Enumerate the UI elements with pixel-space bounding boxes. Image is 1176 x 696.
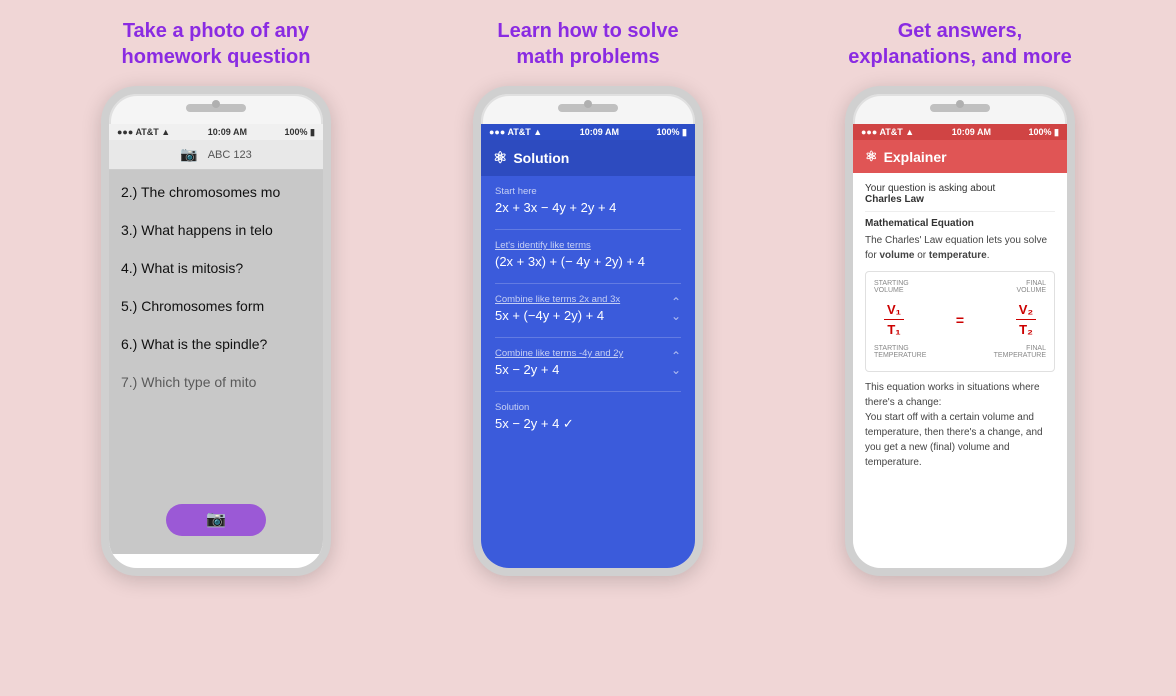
explainer-title-text: Explainer	[884, 149, 947, 165]
status-time-2: 10:09 AM	[580, 127, 619, 137]
hw-line-5: 6.) What is the spindle?	[121, 330, 311, 358]
phone-3: ●●● AT&T ▲ 10:09 AM 100% ▮ ⚛ Explainer Y…	[845, 86, 1075, 576]
step-4-eq: 5x − 2y + 4	[495, 362, 623, 377]
solution-step-3: Combine like terms 2x and 3x 5x + (−4y +…	[495, 294, 681, 323]
diagram-bottom-labels: STARTINGTEMPERATURE FINALTEMPERATURE	[874, 345, 1046, 359]
step-1-eq: 2x + 3x − 4y + 2y + 4	[495, 200, 681, 215]
step-2-eq: (2x + 3x) + (− 4y + 2y) + 4	[495, 254, 681, 269]
status-battery: 100% ▮	[285, 127, 315, 138]
step-3-arrow: ⌃⌄	[671, 295, 681, 323]
t1-denominator: T₁	[887, 322, 900, 337]
step-2-label: Let's identify like terms	[495, 240, 681, 251]
label-final-temp: FINALTEMPERATURE	[994, 345, 1046, 359]
capture-button[interactable]: 📷	[166, 504, 266, 536]
step-4-content: Combine like terms -4y and 2y 5x − 2y + …	[495, 348, 623, 377]
phone-2-status-bar: ●●● AT&T ▲ 10:09 AM 100% ▮	[481, 124, 695, 140]
explainer-divider-1	[865, 211, 1055, 212]
panel-1: Take a photo of any homework question ●●…	[30, 18, 402, 686]
status-battery-2: 100% ▮	[657, 127, 687, 138]
capture-icon: 📷	[206, 505, 226, 535]
status-battery-3: 100% ▮	[1029, 127, 1059, 138]
camera-icon: 📷	[180, 146, 197, 163]
hw-line-1: 2.) The chromosomes mo	[121, 178, 311, 206]
step-5-eq: 5x − 2y + 4 ✓	[495, 416, 681, 432]
label-final-volume: FINALVOLUME	[1016, 280, 1046, 294]
charles-diagram: STARTINGVOLUME FINALVOLUME V₁ T₁ = V	[865, 271, 1055, 372]
phone-2-screen: ●●● AT&T ▲ 10:09 AM 100% ▮ ⚛ Solution St…	[481, 124, 695, 568]
main-container: Take a photo of any homework question ●●…	[0, 0, 1176, 696]
fraction-line-1	[884, 319, 904, 320]
explainer-section-title: Mathematical Equation	[865, 218, 1055, 229]
hw-line-3: 4.) What is mitosis?	[121, 254, 311, 282]
solution-header: ⚛ Solution	[481, 140, 695, 176]
step-4-arrow: ⌃⌄	[671, 349, 681, 377]
explainer-icon: ⚛	[865, 148, 878, 165]
explainer-body: Your question is asking about Charles La…	[853, 173, 1067, 488]
solution-step-4: Combine like terms -4y and 2y 5x − 2y + …	[495, 348, 681, 377]
fraction-line-2	[1016, 319, 1036, 320]
camera-toolbar: 📷 ABC 123	[109, 140, 323, 170]
panel-2-title: Learn how to solve math problems	[497, 18, 678, 70]
phone-3-status-bar: ●●● AT&T ▲ 10:09 AM 100% ▮	[853, 124, 1067, 140]
solution-icon: ⚛	[493, 148, 507, 168]
step-1-label: Start here	[495, 186, 681, 197]
explainer-header: ⚛ Explainer	[853, 140, 1067, 173]
fraction-2: V₂ T₂	[1016, 302, 1036, 337]
step-4-label: Combine like terms -4y and 2y	[495, 348, 623, 359]
explainer-intro: Your question is asking about Charles La…	[865, 183, 1055, 205]
diagram-top-labels: STARTINGVOLUME FINALVOLUME	[874, 280, 1046, 294]
phone-1: ●●● AT&T ▲ 10:09 AM 100% ▮ 📷 ABC 123 2.)…	[101, 86, 331, 576]
phone-1-status-bar: ●●● AT&T ▲ 10:09 AM 100% ▮	[109, 124, 323, 140]
panel-3-title: Get answers, explanations, and more	[848, 18, 1071, 70]
step-3-eq: 5x + (−4y + 2y) + 4	[495, 308, 620, 323]
equals-sign: =	[956, 312, 964, 328]
v2-numerator: V₂	[1019, 302, 1033, 317]
status-carrier-3: ●●● AT&T ▲	[861, 127, 914, 137]
label-starting-temp: STARTINGTEMPERATURE	[874, 345, 926, 359]
camera-content: 2.) The chromosomes mo 3.) What happens …	[109, 170, 323, 554]
diagram-fractions: V₁ T₁ = V₂ T₂	[874, 298, 1046, 341]
homework-lines: 2.) The chromosomes mo 3.) What happens …	[121, 178, 311, 396]
step-3-content: Combine like terms 2x and 3x 5x + (−4y +…	[495, 294, 620, 323]
label-starting-volume: STARTINGVOLUME	[874, 280, 909, 294]
hw-line-2: 3.) What happens in telo	[121, 216, 311, 244]
explainer-section-text: The Charles' Law equation lets you solve…	[865, 233, 1055, 263]
solution-body: Start here 2x + 3x − 4y + 2y + 4 Let's i…	[481, 176, 695, 456]
status-time: 10:09 AM	[208, 127, 247, 137]
step-5-label: Solution	[495, 402, 681, 413]
solution-step-5: Solution 5x − 2y + 4 ✓	[495, 402, 681, 432]
status-carrier: ●●● AT&T ▲	[117, 127, 170, 137]
camera-mode-text: ABC 123	[208, 149, 252, 161]
hw-line-6: 7.) Which type of mito	[121, 368, 311, 396]
explainer-conclusion: This equation works in situations where …	[865, 380, 1055, 470]
fraction-1: V₁ T₁	[884, 302, 904, 337]
t2-denominator: T₂	[1019, 322, 1033, 337]
solution-step-2: Let's identify like terms (2x + 3x) + (−…	[495, 240, 681, 269]
explainer-topic: Charles Law	[865, 194, 924, 205]
phone-1-screen: ●●● AT&T ▲ 10:09 AM 100% ▮ 📷 ABC 123 2.)…	[109, 124, 323, 568]
status-carrier-2: ●●● AT&T ▲	[489, 127, 542, 137]
phone-3-screen: ●●● AT&T ▲ 10:09 AM 100% ▮ ⚛ Explainer Y…	[853, 124, 1067, 568]
hw-line-4: 5.) Chromosomes form	[121, 292, 311, 320]
solution-step-1: Start here 2x + 3x − 4y + 2y + 4	[495, 186, 681, 215]
v1-numerator: V₁	[887, 302, 901, 317]
panel-3: Get answers, explanations, and more ●●● …	[774, 18, 1146, 686]
solution-title: Solution	[513, 150, 569, 166]
phone-2: ●●● AT&T ▲ 10:09 AM 100% ▮ ⚛ Solution St…	[473, 86, 703, 576]
panel-1-title: Take a photo of any homework question	[122, 18, 311, 70]
panel-2: Learn how to solve math problems ●●● AT&…	[402, 18, 774, 686]
status-time-3: 10:09 AM	[952, 127, 991, 137]
step-3-label: Combine like terms 2x and 3x	[495, 294, 620, 305]
